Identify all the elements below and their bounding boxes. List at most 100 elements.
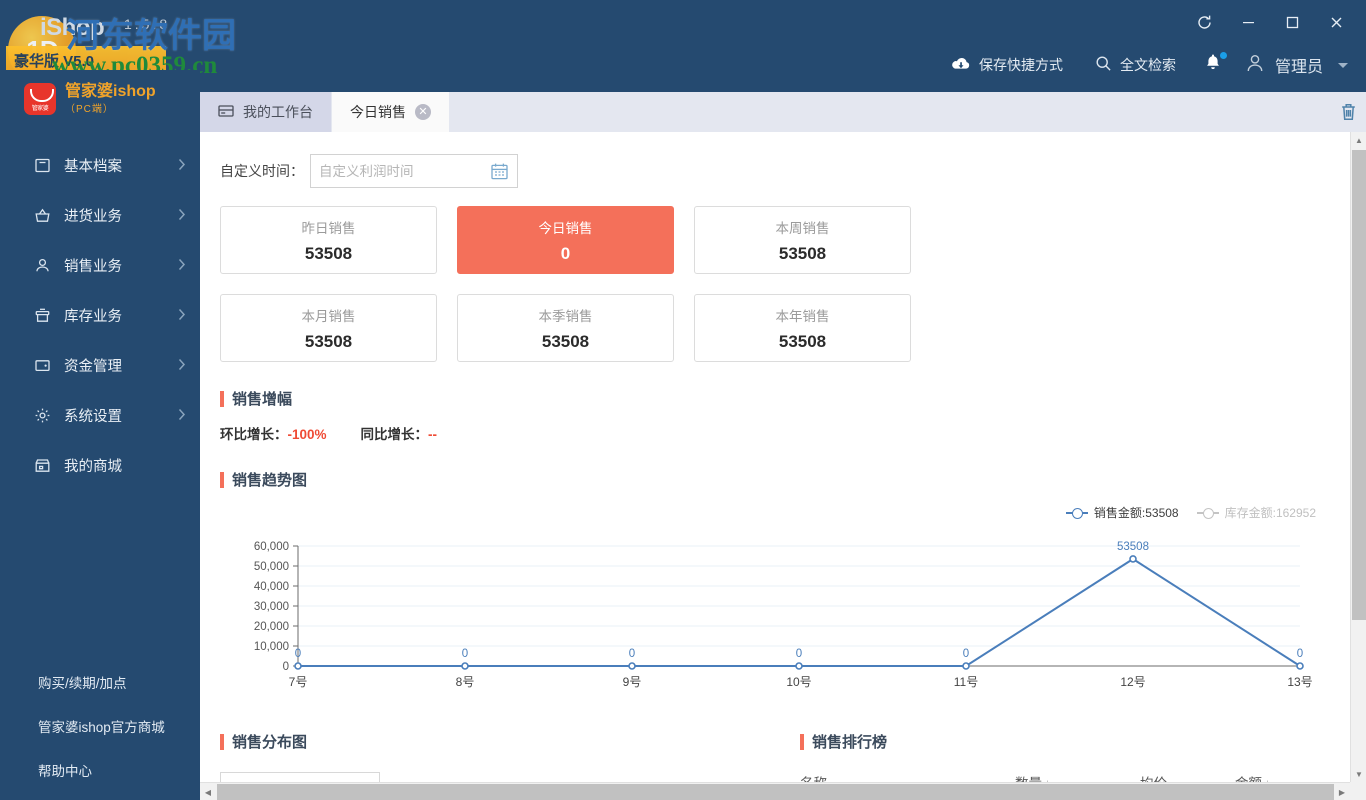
section-title-distribution: 销售分布图 <box>220 731 780 752</box>
svg-text:53508: 53508 <box>1117 541 1149 553</box>
section-accent-bar <box>800 733 804 750</box>
svg-text:0: 0 <box>283 661 289 673</box>
chevron-right-icon <box>178 408 186 423</box>
workbench-icon <box>218 104 234 121</box>
close-icon[interactable]: ✕ <box>415 104 431 120</box>
sidebar-link-purchase-renew[interactable]: 购买/续期/加点 <box>0 660 200 704</box>
sidebar-item-label: 基本档案 <box>64 158 122 175</box>
watermark-app-name: iShop <box>40 14 105 41</box>
brand: 管家婆ishop （PC端） <box>0 70 200 128</box>
trash-icon[interactable] <box>1330 92 1366 132</box>
sidebar-item-funds[interactable]: 资金管理 <box>0 340 200 390</box>
column-header-quantity[interactable]: 数量↓ <box>1015 772 1140 782</box>
kpi-value: 53508 <box>304 331 353 351</box>
column-header-amount[interactable]: 金额↓ <box>1235 772 1325 782</box>
kpi-card-quarter-sales[interactable]: 本季销售 53508 <box>457 294 674 362</box>
date-filter-row: 自定义时间： <box>220 154 1350 188</box>
bottom-sections: 销售分布图 销售排行榜 名称 数量↓ <box>220 731 1350 782</box>
section-title-text: 销售增幅 <box>232 391 293 408</box>
tab-my-workbench[interactable]: 我的工作台 <box>200 92 332 132</box>
sidebar-item-basic-archive[interactable]: 基本档案 <box>0 140 200 190</box>
growth-metrics: 环比增长：-100% 同比增长：-- <box>220 423 1350 443</box>
kpi-card-yesterday-sales[interactable]: 昨日销售 53508 <box>220 206 437 274</box>
section-accent-bar <box>220 733 224 750</box>
legend-label: 销售金额:53508 <box>1093 506 1179 520</box>
section-accent-bar <box>220 471 224 488</box>
svg-text:30,000: 30,000 <box>254 601 289 613</box>
sidebar-item-purchase[interactable]: 进货业务 <box>0 190 200 240</box>
search-icon <box>1095 55 1112 75</box>
kpi-title: 本季销售 <box>538 308 593 324</box>
calendar-icon[interactable] <box>490 162 509 186</box>
kpi-card-month-sales[interactable]: 本月销售 53508 <box>220 294 437 362</box>
refresh-icon[interactable] <box>1182 7 1226 37</box>
kpi-title: 本年销售 <box>775 308 830 324</box>
chevron-down-icon <box>1338 62 1348 68</box>
maximize-icon[interactable] <box>1270 7 1314 37</box>
scroll-left-icon[interactable]: ◀ <box>200 783 216 800</box>
brand-sub: （PC端） <box>65 104 114 116</box>
save-shortcut-label: 保存快捷方式 <box>978 57 1063 73</box>
chart-legend: 销售金额:53508 库存金额:162952 <box>1065 504 1316 521</box>
scroll-right-icon[interactable]: ▶ <box>1334 783 1350 800</box>
vertical-scrollbar[interactable]: ▲ ▼ <box>1350 132 1366 782</box>
svg-text:10号: 10号 <box>786 675 811 689</box>
save-shortcut-button[interactable]: 保存快捷方式 <box>935 48 1079 82</box>
svg-text:11号: 11号 <box>954 675 978 689</box>
chevron-right-icon <box>178 308 186 323</box>
scroll-down-icon[interactable]: ▼ <box>1351 766 1366 782</box>
kpi-card-week-sales[interactable]: 本周销售 53508 <box>694 206 911 274</box>
legend-item-sales[interactable]: 销售金额:53508 <box>1065 504 1179 521</box>
sidebar-item-my-store[interactable]: 我的商城 <box>0 440 200 490</box>
watermark-overlay: iShop 1.5.8 豪华版 V5.0 河东软件园 www.pc0359.cn <box>6 6 236 84</box>
user-name-label: 管理员 <box>1274 59 1323 76</box>
date-filter-field[interactable] <box>310 154 518 188</box>
notification-bell-icon[interactable] <box>1192 51 1234 77</box>
kpi-value: 53508 <box>778 243 827 263</box>
svg-text:0: 0 <box>796 648 802 660</box>
legend-label: 库存金额:162952 <box>1224 506 1316 520</box>
section-title-text: 销售排行榜 <box>812 734 888 751</box>
section-title-ranking: 销售排行榜 <box>800 731 1340 752</box>
ranking-section: 销售排行榜 名称 数量↓ 均价 金额↓ <box>780 731 1340 782</box>
chevron-right-icon <box>178 158 186 173</box>
sidebar-item-system-settings[interactable]: 系统设置 <box>0 390 200 440</box>
app-window: iShop 1.5.8 豪华版 V5.0 河东软件园 www.pc0359.cn <box>0 0 1366 800</box>
kpi-value: 53508 <box>304 243 353 263</box>
sidebar-link-official-store[interactable]: 管家婆ishop官方商城 <box>0 704 200 748</box>
sidebar-link-help-center[interactable]: 帮助中心 <box>0 748 200 792</box>
kpi-value: 53508 <box>541 331 590 351</box>
horizontal-scrollbar[interactable]: ◀ ▶ <box>200 782 1350 800</box>
full-search-button[interactable]: 全文检索 <box>1079 48 1192 82</box>
sidebar-item-inventory[interactable]: 库存业务 <box>0 290 200 340</box>
kpi-title: 今日销售 <box>538 220 593 236</box>
cloud-download-icon <box>951 56 971 74</box>
close-icon[interactable] <box>1314 7 1358 37</box>
section-title-growth: 销售增幅 <box>220 388 1350 409</box>
svg-text:7号: 7号 <box>289 675 308 689</box>
watermark-version: 1.5.8 <box>124 16 171 32</box>
sidebar-item-label: 库存业务 <box>64 308 122 325</box>
kpi-card-today-sales[interactable]: 今日销售 0 <box>457 206 674 274</box>
svg-text:0: 0 <box>462 648 468 660</box>
tab-today-sales[interactable]: 今日销售 ✕ <box>332 92 450 132</box>
svg-text:50,000: 50,000 <box>254 561 289 573</box>
user-menu[interactable]: 管理员 <box>1234 52 1348 79</box>
scroll-up-icon[interactable]: ▲ <box>1351 132 1366 148</box>
svg-text:0: 0 <box>295 648 301 660</box>
vertical-scroll-thumb[interactable] <box>1352 150 1366 620</box>
sidebar-item-sales[interactable]: 销售业务 <box>0 240 200 290</box>
kpi-card-year-sales[interactable]: 本年销售 53508 <box>694 294 911 362</box>
yoy-growth-value: -- <box>428 427 438 442</box>
legend-item-inventory[interactable]: 库存金额:162952 <box>1196 504 1316 521</box>
sidebar-item-label: 进货业务 <box>64 208 122 225</box>
date-filter-input[interactable] <box>319 163 509 179</box>
minimize-icon[interactable] <box>1226 7 1270 37</box>
horizontal-scroll-thumb[interactable] <box>217 784 1334 800</box>
kpi-card-grid: 昨日销售 53508 今日销售 0 本周销售 53508 本月销售 53508 … <box>220 206 1140 362</box>
kpi-title: 本月销售 <box>301 308 356 324</box>
svg-text:9号: 9号 <box>623 675 642 689</box>
legend-marker-icon <box>1196 507 1219 519</box>
distribution-section: 销售分布图 <box>220 731 780 782</box>
notification-dot <box>1218 51 1228 60</box>
